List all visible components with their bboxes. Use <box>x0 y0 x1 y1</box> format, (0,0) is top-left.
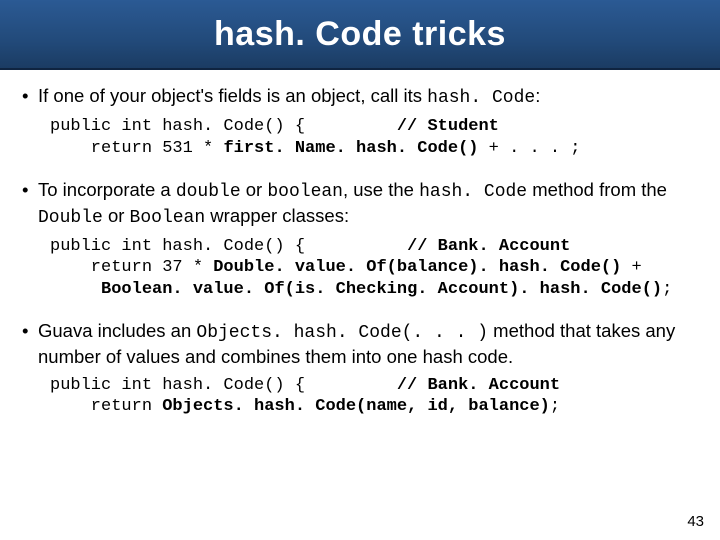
text: Guava includes an <box>38 320 196 341</box>
code-bold: Objects. hash. Code(name, id, balance) <box>162 397 550 416</box>
text: method from the <box>527 179 667 200</box>
code-text: return 531 * <box>50 139 223 158</box>
code-block-2: public int hash. Code() { // Bank. Accou… <box>50 236 698 301</box>
inline-code: Objects. hash. Code(. . . ) <box>196 323 488 343</box>
inline-code: hash. Code <box>419 182 527 202</box>
code-text: public int hash. Code() { <box>50 376 397 395</box>
code-block-1: public int hash. Code() { // Student ret… <box>50 116 698 160</box>
code-bold: Double. value. Of(balance). hash. Code() <box>213 258 621 277</box>
code-bold: first. Name. hash. Code() <box>223 139 478 158</box>
text: If one of your object's fields is an obj… <box>38 85 427 106</box>
code-text: public int hash. Code() { <box>50 117 397 136</box>
bullet-2: • To incorporate a double or boolean, us… <box>22 178 698 230</box>
code-comment: // Bank. Account <box>397 376 560 395</box>
code-text: + . . . ; <box>478 139 580 158</box>
code-comment: // Student <box>397 117 499 136</box>
code-block-3: public int hash. Code() { // Bank. Accou… <box>50 375 698 419</box>
text: , use the <box>343 179 419 200</box>
bullet-3-text: Guava includes an Objects. hash. Code(. … <box>38 319 698 369</box>
bullet-1: • If one of your object's fields is an o… <box>22 84 698 110</box>
inline-code: hash. Code <box>427 88 535 108</box>
code-text: return <box>50 397 162 416</box>
title-bar: hash. Code tricks <box>0 0 720 70</box>
code-bold: Boolean. value. Of(is. Checking. Account… <box>101 280 662 299</box>
slide-title: hash. Code tricks <box>214 15 506 54</box>
inline-code: Boolean <box>130 208 206 228</box>
bullet-3: • Guava includes an Objects. hash. Code(… <box>22 319 698 369</box>
slide: hash. Code tricks • If one of your objec… <box>0 0 720 540</box>
page-number: 43 <box>687 513 704 530</box>
code-text: return 37 * <box>50 258 213 277</box>
code-comment: // Bank. Account <box>407 237 570 256</box>
inline-code: boolean <box>267 182 343 202</box>
inline-code: double <box>176 182 241 202</box>
text: wrapper classes: <box>205 205 349 226</box>
code-text: ; <box>550 397 560 416</box>
bullet-2-text: To incorporate a double or boolean, use … <box>38 178 698 230</box>
text: or <box>103 205 130 226</box>
text: or <box>241 179 268 200</box>
inline-code: Double <box>38 208 103 228</box>
slide-body: • If one of your object's fields is an o… <box>0 70 720 418</box>
code-text: ; <box>662 280 672 299</box>
bullet-dot: • <box>22 178 38 230</box>
code-text: + <box>621 258 641 277</box>
bullet-dot: • <box>22 319 38 369</box>
bullet-1-text: If one of your object's fields is an obj… <box>38 84 698 110</box>
text: To incorporate a <box>38 179 176 200</box>
bullet-dot: • <box>22 84 38 110</box>
text: : <box>535 85 540 106</box>
code-text <box>50 280 101 299</box>
code-text: public int hash. Code() { <box>50 237 407 256</box>
